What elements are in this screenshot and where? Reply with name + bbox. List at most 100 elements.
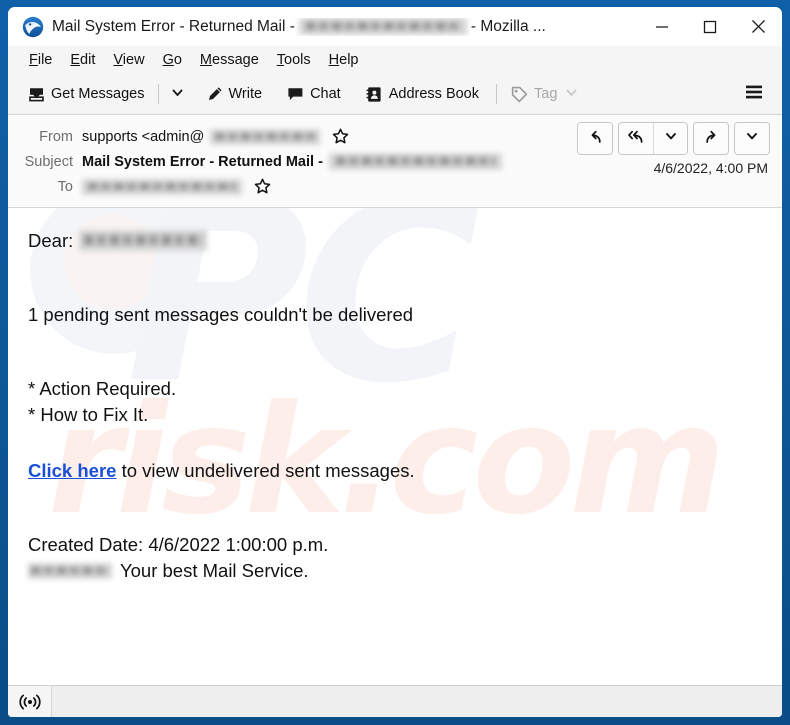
menu-item-help[interactable]: Help bbox=[320, 49, 368, 71]
from-value[interactable]: supports <admin@ [redacted-domain] bbox=[82, 128, 349, 145]
menu-accel-go: G bbox=[162, 52, 174, 68]
menu-rest-help: elp bbox=[339, 52, 359, 68]
thunderbird-window: Mail System Error - Returned Mail - [red… bbox=[8, 7, 782, 717]
menu-accel-view: V bbox=[113, 52, 123, 68]
thunderbird-icon bbox=[22, 16, 44, 38]
window-title-redacted: [redacted-email] bbox=[298, 17, 467, 35]
menu-accel-tools: T bbox=[276, 52, 285, 68]
window-title: Mail System Error - Returned Mail - [red… bbox=[52, 17, 546, 36]
from-address-redacted: [redacted-domain] bbox=[210, 128, 321, 145]
greeting-line: Dear:[redacted-name] bbox=[28, 230, 758, 251]
message-date: 4/6/2022, 4:00 PM bbox=[653, 160, 768, 176]
to-label: To bbox=[57, 178, 73, 195]
broadcast-online-icon[interactable] bbox=[8, 686, 52, 717]
get-messages-label: Get Messages bbox=[51, 86, 145, 102]
message-action-buttons bbox=[577, 122, 770, 155]
reply-button[interactable] bbox=[578, 123, 612, 154]
menu-item-file[interactable]: File bbox=[20, 49, 61, 71]
pencil-icon bbox=[205, 85, 224, 104]
action-required-line: * Action Required. bbox=[28, 377, 177, 399]
close-icon[interactable] bbox=[734, 7, 782, 46]
tag-button[interactable]: Tag bbox=[503, 81, 585, 108]
maximize-icon[interactable] bbox=[686, 7, 734, 46]
chevron-down-icon bbox=[745, 129, 759, 148]
menu-accel-file: F bbox=[29, 52, 38, 68]
reply-all-dropdown[interactable] bbox=[653, 123, 687, 154]
message-content: Dear:[redacted-name] 1 pending sent mess… bbox=[8, 208, 782, 581]
window-title-prefix: Mail System Error - Returned Mail - bbox=[52, 17, 295, 35]
to-value[interactable]: [redacted-email] bbox=[82, 178, 271, 195]
message-body: PC risk.com Dear:[redacted-name] 1 pendi… bbox=[8, 208, 782, 685]
signature-text: Your best Mail Service. bbox=[120, 559, 309, 581]
signature-line: [redacted-brand] Your best Mail Service. bbox=[28, 559, 758, 581]
to-address-redacted: [redacted-email] bbox=[82, 178, 242, 195]
write-button[interactable]: Write bbox=[198, 81, 270, 108]
click-here-line: Click here to view undelivered sent mess… bbox=[28, 459, 758, 481]
menu-item-message[interactable]: Message bbox=[191, 49, 268, 71]
star-icon[interactable] bbox=[332, 128, 349, 145]
chevron-down-icon bbox=[664, 129, 678, 148]
title-bar: Mail System Error - Returned Mail - [red… bbox=[8, 7, 782, 46]
menu-item-tools[interactable]: Tools bbox=[268, 49, 320, 71]
click-here-rest: to view undelivered sent messages. bbox=[116, 459, 415, 481]
menu-rest-view: iew bbox=[122, 52, 145, 68]
subject-redacted: [redacted-email] bbox=[328, 153, 502, 170]
menu-accel-help: H bbox=[328, 52, 340, 68]
forward-group bbox=[693, 122, 729, 155]
get-messages-dropdown[interactable] bbox=[165, 82, 190, 107]
more-actions-dropdown[interactable] bbox=[735, 123, 769, 154]
minimize-icon[interactable] bbox=[638, 7, 686, 46]
get-messages-button[interactable]: Get Messages bbox=[20, 81, 152, 108]
subject-text: Mail System Error - Returned Mail - bbox=[82, 153, 323, 170]
menu-item-go[interactable]: Go bbox=[154, 49, 191, 71]
tag-label: Tag bbox=[534, 86, 558, 102]
message-header: From supports <admin@ [redacted-domain] S… bbox=[8, 115, 782, 208]
hamburger-menu-icon bbox=[744, 84, 764, 104]
speech-bubble-icon bbox=[286, 85, 305, 104]
window-frame: Mail System Error - Returned Mail - [red… bbox=[0, 0, 790, 725]
to-row: To [redacted-email] bbox=[8, 174, 782, 199]
menu-rest-message: essage bbox=[212, 52, 259, 68]
signature-brand-redacted: [redacted-brand] bbox=[28, 562, 112, 579]
menu-item-edit[interactable]: Edit bbox=[61, 49, 104, 71]
window-title-suffix: - Mozilla ... bbox=[470, 17, 546, 35]
chevron-down-icon bbox=[565, 86, 578, 103]
click-here-link[interactable]: Click here bbox=[28, 460, 116, 481]
chevron-down-icon bbox=[171, 86, 184, 103]
status-bar bbox=[8, 685, 782, 717]
inbox-download-icon bbox=[27, 85, 46, 104]
greeting-name-redacted: [redacted-name] bbox=[79, 230, 208, 251]
menu-rest-file: ile bbox=[37, 52, 53, 68]
main-toolbar: Get Messages Write Chat Address Book Tag bbox=[8, 74, 782, 115]
subject-label: Subject bbox=[24, 153, 73, 170]
reply-all-icon bbox=[627, 128, 646, 150]
from-address-text: supports <admin@ bbox=[82, 128, 205, 145]
reply-icon bbox=[587, 128, 604, 150]
write-label: Write bbox=[228, 86, 263, 102]
star-icon[interactable] bbox=[254, 178, 271, 195]
menu-accel-message: M bbox=[199, 52, 213, 68]
menu-bar: File Edit View Go Message Tools Help bbox=[8, 46, 782, 74]
more-actions-group bbox=[734, 122, 770, 155]
address-book-button[interactable]: Address Book bbox=[358, 81, 486, 108]
window-controls bbox=[638, 7, 782, 46]
chat-button[interactable]: Chat bbox=[279, 81, 348, 108]
reply-all-button[interactable] bbox=[619, 123, 653, 154]
forward-button[interactable] bbox=[694, 123, 728, 154]
notice-line: 1 pending sent messages couldn't be deli… bbox=[28, 304, 414, 325]
subject-value: Mail System Error - Returned Mail - [red… bbox=[82, 153, 502, 170]
address-book-icon bbox=[365, 85, 384, 104]
toolbar-separator-1 bbox=[157, 84, 159, 104]
menu-item-view[interactable]: View bbox=[104, 49, 153, 71]
toolbar-separator-2 bbox=[496, 84, 497, 104]
app-menu-button[interactable] bbox=[736, 80, 772, 108]
